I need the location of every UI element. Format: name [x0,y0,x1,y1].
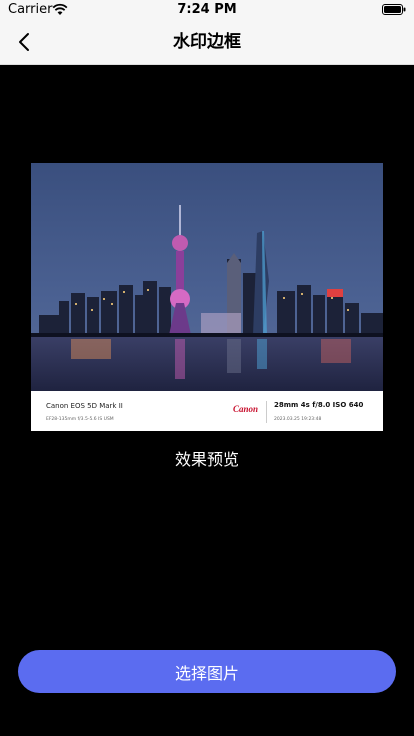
status-time: 7:24 PM [177,2,237,17]
canon-logo: Canon [233,404,259,414]
navigation-bar: 水印边框 [0,20,414,65]
chevron-left-icon [19,33,29,51]
preview-label: 效果预览 [174,450,239,469]
battery-icon [382,4,406,15]
page-title: 水印边框 [173,32,241,52]
watermark-divider [266,401,267,423]
select-image-button[interactable]: 选择图片 [18,650,396,693]
status-bar: Carrier 7:24 PM [0,0,414,20]
exif-text: 28mm 4s f/8.0 ISO 640 [274,401,364,409]
camera-model-text: Canon EOS 5D Mark II [46,402,123,410]
watermark-preview-card: Canon EOS 5D Mark II EF28-135mm f/3.5-5.… [31,163,383,431]
lens-info-text: EF28-135mm f/3.5-5.6 IS USM [46,417,114,422]
back-button[interactable] [6,24,42,60]
watermark-strip: Canon EOS 5D Mark II EF28-135mm f/3.5-5.… [31,391,383,431]
capture-date-text: 2023.03.25 19:23:48 [274,417,322,422]
preview-photo [31,163,383,391]
